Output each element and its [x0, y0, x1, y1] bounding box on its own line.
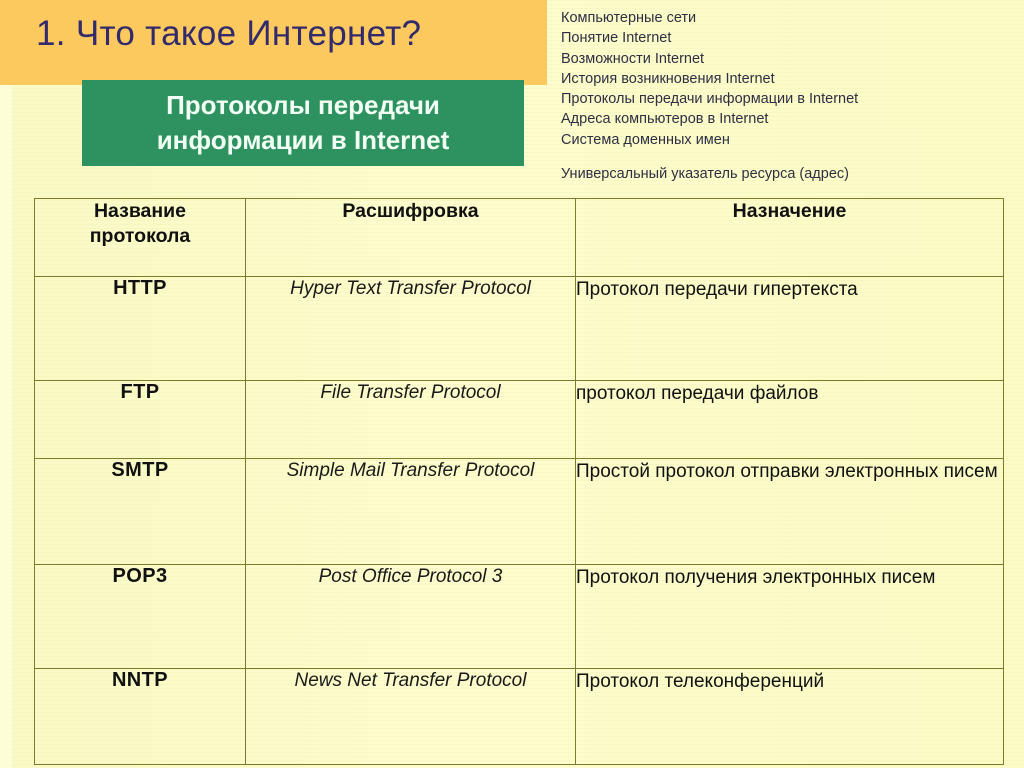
cell-protocol-expansion: Simple Mail Transfer Protocol	[245, 458, 576, 565]
section-banner-line-1: Протоколы передачи	[166, 89, 440, 120]
cell-protocol-name: FTP	[34, 380, 246, 459]
topic-item: Адреса компьютеров в Internet	[561, 111, 769, 128]
topic-item: Универсальный указатель ресурса (адрес)	[561, 166, 849, 183]
topics-list: Компьютерные сети Понятие Internet Возмо…	[561, 8, 1016, 184]
cell-protocol-name: NNTP	[34, 668, 246, 765]
cell-protocol-expansion: File Transfer Protocol	[245, 380, 576, 459]
cell-protocol-purpose: протокол передачи файлов	[575, 380, 1004, 459]
title-band: 1. Что такое Интернет?	[0, 0, 547, 85]
column-header-expansion: Расшифровка	[245, 198, 576, 277]
cell-protocol-purpose: Протокол телеконференций	[575, 668, 1004, 765]
column-header-purpose: Назначение	[575, 198, 1004, 277]
topic-item: История возникновения Internet	[561, 70, 775, 87]
cell-protocol-name: POP3	[34, 564, 246, 669]
topic-item: Понятие Internet	[561, 30, 672, 47]
column-header-protocol-name: Название протокола	[34, 198, 246, 277]
left-margin-strip	[0, 85, 12, 768]
section-banner-line-2: информации в Internet	[156, 125, 450, 155]
table-header-row: Название протокола Расшифровка Назначени…	[34, 198, 1004, 277]
cell-protocol-expansion: News Net Transfer Protocol	[245, 668, 576, 765]
topic-item: Возможности Internet	[561, 50, 705, 67]
cell-protocol-expansion: Hyper Text Transfer Protocol	[245, 276, 576, 381]
cell-protocol-purpose: Протокол передачи гипертекста	[575, 276, 1004, 381]
page-title: 1. Что такое Интернет?	[36, 14, 422, 53]
cell-protocol-name: SMTP	[34, 458, 246, 565]
column-header-line-1: Название	[93, 200, 187, 222]
cell-protocol-purpose: Простой протокол отправки электронных пи…	[575, 458, 1004, 565]
topic-item: Протоколы передачи информации в Internet	[561, 91, 859, 108]
table-row: NNTP News Net Transfer Protocol Протокол…	[34, 668, 1004, 765]
topic-item: Система доменных имен	[561, 131, 730, 148]
column-header-line-2: протокола	[89, 224, 191, 247]
topic-item: Компьютерные сети	[561, 10, 697, 26]
table-row: HTTP Hyper Text Transfer Protocol Проток…	[34, 276, 1004, 381]
section-banner: Протоколы передачи информации в Internet	[82, 80, 524, 166]
cell-protocol-name: HTTP	[34, 276, 246, 381]
table-row: SMTP Simple Mail Transfer Protocol Прост…	[34, 458, 1004, 565]
cell-protocol-purpose: Протокол получения электронных писем	[575, 564, 1004, 669]
slide-canvas: 1. Что такое Интернет? Протоколы передач…	[0, 0, 1024, 768]
cell-protocol-expansion: Post Office Protocol 3	[245, 564, 576, 669]
table-row: POP3 Post Office Protocol 3 Протокол пол…	[34, 564, 1004, 669]
protocols-table: Название протокола Расшифровка Назначени…	[34, 198, 1004, 765]
table-row: FTP File Transfer Protocol протокол пере…	[34, 380, 1004, 459]
